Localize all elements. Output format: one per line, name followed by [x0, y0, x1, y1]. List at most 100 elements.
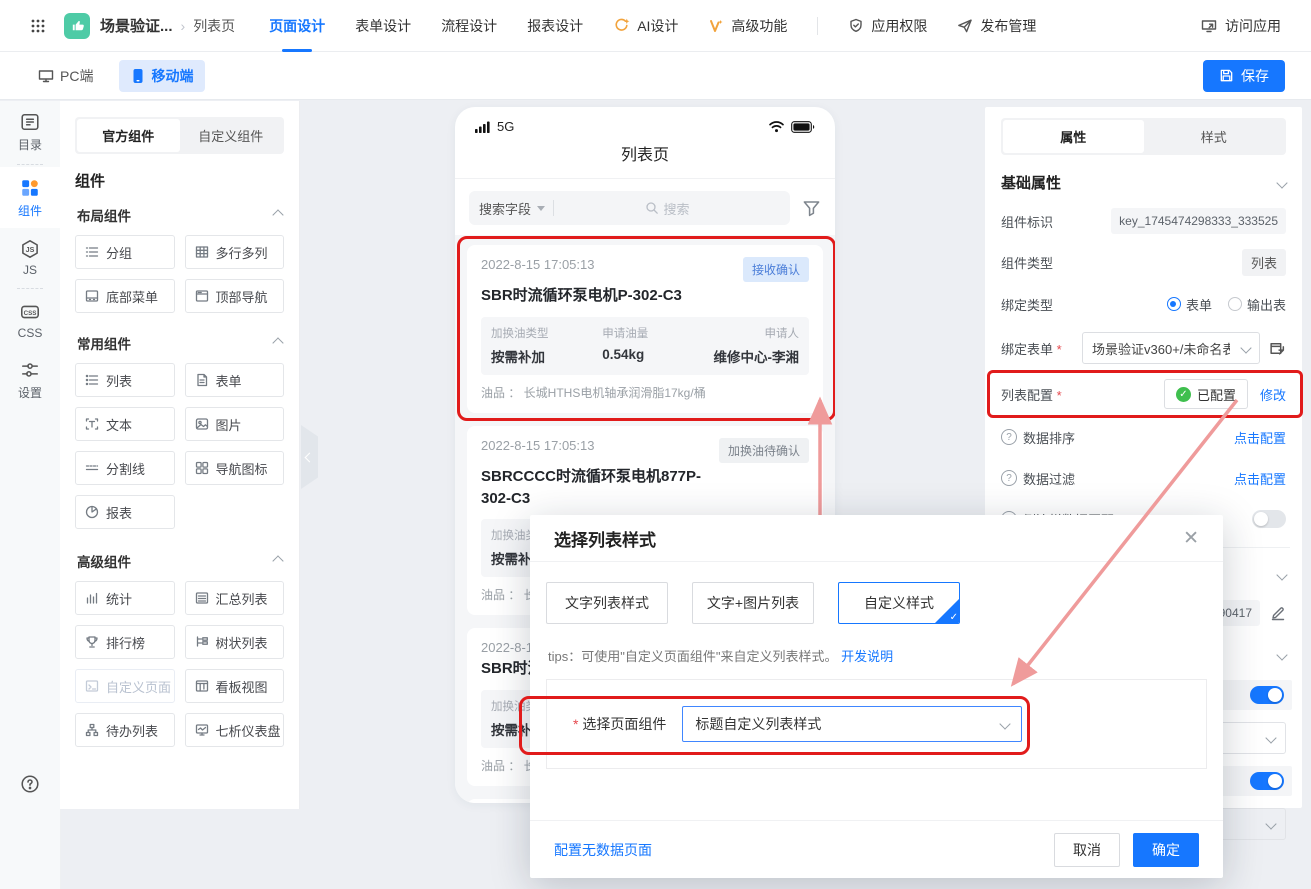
component-item-summary-list[interactable]: 汇总列表 — [185, 581, 285, 615]
sidebar-match-toggle[interactable] — [1252, 510, 1286, 528]
component-item-qixi-dashboard[interactable]: 七析仪表盘 — [185, 713, 285, 747]
form-doc-icon — [195, 373, 209, 387]
app-title[interactable]: 场景验证... — [100, 15, 173, 36]
collapse-chevron-icon — [272, 209, 283, 220]
toc-icon — [20, 112, 40, 132]
page-component-select[interactable]: 标题自定义列表样式 — [682, 706, 1022, 742]
tab-custom-components[interactable]: 自定义组件 — [180, 119, 283, 152]
setting-toggle-on[interactable] — [1250, 686, 1284, 704]
modal-tips: tips：可使用"自定义页面组件"来自定义列表样式。 开发说明 — [548, 646, 1205, 665]
component-item-stats[interactable]: 统计 — [75, 581, 175, 615]
cancel-button[interactable]: 取消 — [1054, 833, 1120, 867]
component-item-todo-list[interactable]: 待办列表 — [75, 713, 175, 747]
data-filter-config-link[interactable]: 点击配置 — [1234, 469, 1286, 488]
panel-collapse-handle[interactable] — [301, 425, 318, 489]
collapse-chevron-icon — [272, 337, 283, 348]
apps-grid-icon[interactable] — [30, 18, 46, 34]
mobile-mode-button[interactable]: 移动端 — [119, 60, 205, 92]
modify-link[interactable]: 修改 — [1260, 385, 1286, 404]
component-item-text[interactable]: 文本 — [75, 407, 175, 441]
close-icon[interactable]: ✕ — [1183, 529, 1199, 548]
css-icon: CSS — [20, 302, 40, 322]
tab-style[interactable]: 样式 — [1144, 120, 1285, 153]
bottom-menu-icon — [85, 289, 99, 303]
save-button[interactable]: 保存 — [1203, 60, 1285, 92]
section-advanced-components[interactable]: 高级组件 — [77, 551, 282, 571]
caret-down-icon — [537, 206, 545, 211]
setting-toggle-on[interactable] — [1250, 772, 1284, 790]
rail-item-css[interactable]: CSS CSS — [0, 291, 60, 349]
no-data-page-link[interactable]: 配置无数据页面 — [554, 840, 652, 860]
component-item-ranking[interactable]: 排行榜 — [75, 625, 175, 659]
tab-flow-design[interactable]: 流程设计 — [441, 0, 497, 52]
component-item-divider[interactable]: 分割线 — [75, 451, 175, 485]
radio-output-table[interactable]: 输出表 — [1228, 295, 1286, 314]
pc-monitor-icon — [38, 68, 54, 84]
modal-title: 选择列表样式 — [554, 526, 656, 551]
component-item-report[interactable]: 报表 — [75, 495, 175, 529]
chevron-down-icon — [1276, 177, 1287, 188]
option-custom-style[interactable]: 自定义样式 ✓ — [838, 582, 960, 624]
tab-publish-management[interactable]: 发布管理 — [957, 0, 1036, 52]
component-item-kanban[interactable]: 看板视图 — [185, 669, 285, 703]
component-item-list[interactable]: 列表 — [75, 363, 175, 397]
pc-mode-button[interactable]: PC端 — [26, 60, 105, 92]
edit-pencil-icon[interactable] — [1270, 605, 1286, 621]
breadcrumb-page[interactable]: 列表页 — [193, 16, 235, 36]
component-item-tree-list[interactable]: 树状列表 — [185, 625, 285, 659]
signal-bars-icon — [475, 121, 492, 133]
visit-app-button[interactable]: 访问应用 — [1201, 16, 1281, 36]
shield-check-icon — [848, 18, 864, 34]
tab-page-design[interactable]: 页面设计 — [269, 0, 325, 52]
component-item-form[interactable]: 表单 — [185, 363, 285, 397]
section-layout-components[interactable]: 布局组件 — [77, 205, 282, 225]
select-list-style-modal: 选择列表样式 ✕ 文字列表样式 文字+图片列表 自定义样式 ✓ tips：可使用… — [530, 515, 1223, 878]
field-value: 按需补加 — [491, 350, 545, 365]
tab-official-components[interactable]: 官方组件 — [77, 119, 180, 152]
confirm-button[interactable]: 确定 — [1133, 833, 1199, 867]
tab-app-permissions[interactable]: 应用权限 — [848, 0, 927, 52]
component-item-image[interactable]: 图片 — [185, 407, 285, 441]
radio-form[interactable]: 表单 — [1167, 295, 1212, 314]
nav-icons-icon — [195, 461, 209, 475]
filter-funnel-icon[interactable] — [802, 199, 821, 218]
component-item-group[interactable]: 分组 — [75, 235, 175, 269]
component-item-bottom-menu[interactable]: 底部菜单 — [75, 279, 175, 313]
collapse-chevron-icon — [272, 555, 283, 566]
ai-refresh-icon — [613, 17, 630, 34]
search-field-label[interactable]: 搜索字段 — [479, 199, 531, 218]
component-item-nav-icons[interactable]: 导航图标 — [185, 451, 285, 485]
card-title: SBR时流循环泵电机P-302-C3 — [481, 285, 809, 307]
configured-button[interactable]: ✓ 已配置 — [1164, 379, 1248, 409]
card-time: 2022-8-15 17:05:13 — [481, 438, 594, 453]
data-sort-config-link[interactable]: 点击配置 — [1234, 428, 1286, 447]
rail-item-settings[interactable]: 设置 — [0, 349, 60, 410]
radio-selected-icon — [1167, 297, 1181, 311]
rail-item-components[interactable]: 组件 — [0, 167, 60, 228]
rail-item-js[interactable]: JS JS — [0, 228, 60, 286]
properties-tabs: 属性 样式 — [1001, 118, 1286, 155]
tab-report-design[interactable]: 报表设计 — [527, 0, 583, 52]
tab-advanced-features[interactable]: 高级功能 — [708, 0, 787, 52]
field-label: 加换油类型 — [491, 325, 551, 341]
pie-chart-icon — [85, 505, 99, 519]
paper-plane-icon — [957, 18, 973, 34]
option-text-list-style[interactable]: 文字列表样式 — [546, 582, 668, 624]
component-item-top-nav[interactable]: 顶部导航 — [185, 279, 285, 313]
bind-form-select[interactable]: 场景验证v360+/未命名表 — [1082, 332, 1260, 364]
component-id-value: key_1745474298333_333525 — [1111, 208, 1286, 234]
tab-ai-design[interactable]: AI设计 — [613, 0, 678, 52]
dev-docs-link[interactable]: 开发说明 — [841, 649, 893, 664]
page-component-label: 选择页面组件 — [573, 714, 666, 734]
section-common-components[interactable]: 常用组件 — [77, 333, 282, 353]
open-form-icon[interactable] — [1269, 340, 1286, 357]
rail-item-toc[interactable]: 目录 — [0, 101, 60, 162]
option-text-image-list[interactable]: 文字+图片列表 — [692, 582, 814, 624]
tab-form-design[interactable]: 表单设计 — [355, 0, 411, 52]
help-button[interactable] — [0, 774, 60, 794]
basic-properties-section[interactable]: 基础属性 — [1001, 172, 1286, 193]
component-item-multi-row-col[interactable]: 多行多列 — [185, 235, 285, 269]
list-card[interactable]: 2022-8-15 17:05:13 接收确认 SBR时流循环泵电机P-302-… — [467, 245, 823, 413]
search-input[interactable]: 搜索字段 搜索 — [469, 191, 790, 225]
tab-properties[interactable]: 属性 — [1003, 120, 1144, 153]
